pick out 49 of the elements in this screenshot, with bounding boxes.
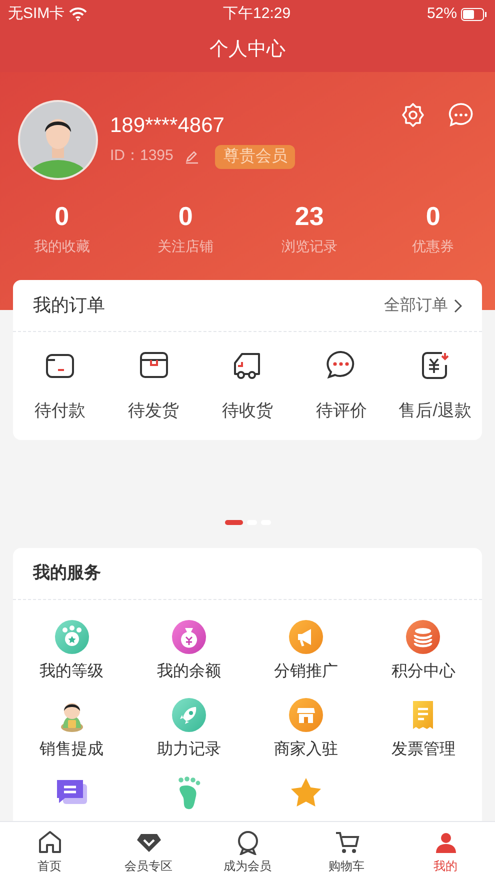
section-title: 我的服务 [33,562,101,584]
carrier-text: 无SIM卡 [8,4,65,24]
home-icon [36,828,62,854]
stat-value[interactable]: 23 [294,200,324,232]
order-status-label[interactable]: 售后/退款 [398,398,472,424]
tab-item[interactable]: 会员专区 [99,822,198,881]
user-id: ID：1395 [110,146,174,166]
coins-icon[interactable] [406,620,440,654]
service-label[interactable]: 商家入驻 [274,738,338,762]
tab-item[interactable]: 我的 [396,822,495,881]
order-status-label[interactable]: 待发货 [128,398,180,424]
refund-icon[interactable] [420,350,450,380]
order-status-label[interactable]: 待评价 [316,398,367,424]
battery-icon [461,8,487,20]
tab-item[interactable]: 购物车 [297,822,396,881]
rocket-icon[interactable] [172,698,206,732]
comment-icon[interactable] [326,350,356,380]
service-label[interactable]: 助力记录 [156,738,221,762]
section-title: 我的订单 [33,294,105,317]
service-label[interactable]: 我的等级 [40,660,104,684]
page-title: 个人中心 [210,38,286,62]
order-status-label[interactable]: 待付款 [34,398,86,424]
service-label[interactable]: 我的余额 [156,660,221,684]
shop-icon[interactable] [289,698,324,732]
wifi-icon [68,7,87,21]
tab-item[interactable]: 首页 [0,822,99,881]
service-label[interactable]: 销售提成 [40,738,104,762]
stat-value[interactable]: 0 [178,200,193,232]
tab-item[interactable]: 成为会员 [198,822,297,881]
status-time: 下午12:29 [223,4,291,24]
star-icon[interactable] [289,776,324,810]
order-status-label[interactable]: 待收货 [222,398,273,424]
service-label[interactable]: 发票管理 [391,738,456,762]
truck-icon[interactable] [232,350,262,380]
paw-icon[interactable] [54,620,89,654]
settings-icon[interactable] [400,102,426,128]
box-icon[interactable] [138,350,169,380]
phone-number: 189****4867 [110,112,226,138]
money-bag-icon[interactable] [172,620,206,654]
service-label[interactable]: 分销推广 [274,660,338,684]
all-orders-link[interactable]: 全部订单 [384,294,462,318]
member-badge: 尊贵会员 [215,144,296,168]
megaphone-icon[interactable] [289,620,324,654]
pencil-icon[interactable] [185,150,200,164]
chat-icon[interactable] [448,102,474,128]
stat-value[interactable]: 0 [54,200,70,232]
service-label[interactable]: 积分中心 [391,660,456,684]
battery-text: 52% [426,4,457,24]
chevron-right-icon [454,298,462,312]
